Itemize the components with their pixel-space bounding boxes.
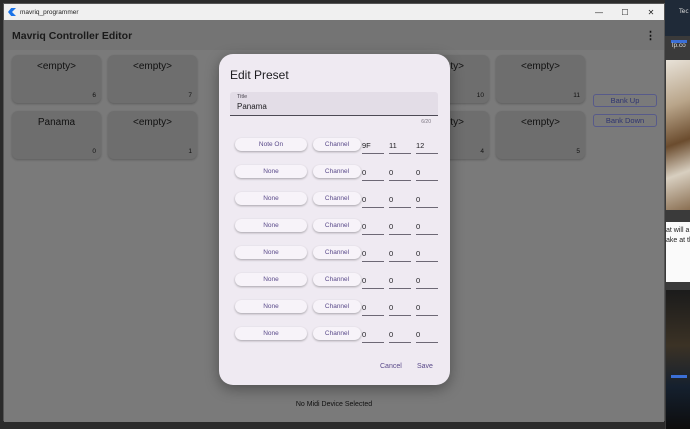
window-titlebar[interactable]: mavriq_programmer — ☐ ✕ [4, 4, 664, 20]
byte3-field[interactable]: 0 [416, 244, 438, 262]
preset-label: Panama [37, 117, 76, 128]
desktop-accent-bar-2 [671, 375, 687, 378]
preset-label: <empty> [133, 61, 172, 72]
app-title: Mavriq Controller Editor [12, 30, 133, 42]
preset-slot-6[interactable]: <empty> 6 [12, 55, 101, 103]
preset-slot-0[interactable]: Panama 0 [12, 111, 101, 159]
midi-message-row: None Channel 0 0 0 [219, 190, 450, 210]
midi-message-row: None Channel 0 0 0 [219, 163, 450, 183]
desktop-text-line: at will a [666, 227, 690, 234]
bank-up-button[interactable]: Bank Up [593, 94, 657, 107]
desktop-photo-bottom [666, 290, 690, 429]
byte3-field[interactable]: 0 [416, 271, 438, 289]
bank-down-button[interactable]: Bank Down [593, 114, 657, 127]
message-type-button[interactable]: None [235, 165, 307, 178]
desktop-photo-top [666, 60, 690, 210]
channel-button[interactable]: Channel [313, 327, 361, 340]
preset-number: 11 [573, 92, 580, 99]
preset-number: 4 [480, 148, 484, 155]
byte1-field[interactable]: 0 [362, 217, 384, 235]
message-type-button[interactable]: None [235, 246, 307, 259]
title-input-label: Title [237, 94, 248, 100]
message-type-button[interactable]: None [235, 219, 307, 232]
browser-tab-label[interactable]: Tec [679, 8, 689, 15]
close-icon[interactable]: ✕ [638, 4, 664, 20]
preset-number: 7 [188, 92, 192, 99]
cancel-button[interactable]: Cancel [380, 363, 402, 370]
byte3-field[interactable]: 0 [416, 190, 438, 208]
preset-number: 5 [576, 148, 580, 155]
byte2-field[interactable]: 11 [389, 136, 411, 154]
flutter-app-icon [8, 8, 16, 16]
midi-message-row: None Channel 0 0 0 [219, 217, 450, 237]
channel-button[interactable]: Channel [313, 192, 361, 205]
byte1-field[interactable]: 0 [362, 325, 384, 343]
preset-slot-5[interactable]: <empty> 5 [496, 111, 585, 159]
message-type-button[interactable]: None [235, 273, 307, 286]
message-type-button[interactable]: None [235, 192, 307, 205]
midi-message-row: None Channel 0 0 0 [219, 271, 450, 291]
byte1-field[interactable]: 9F [362, 136, 384, 154]
title-input[interactable]: Title Panama [230, 92, 438, 116]
byte1-field[interactable]: 0 [362, 271, 384, 289]
midi-message-row: None Channel 0 0 0 [219, 325, 450, 345]
midi-message-row: Note On Channel 9F 11 12 [219, 136, 450, 156]
minimize-icon[interactable]: — [586, 4, 612, 20]
message-type-button[interactable]: None [235, 300, 307, 313]
byte2-field[interactable]: 0 [389, 325, 411, 343]
channel-button[interactable]: Channel [313, 219, 361, 232]
byte1-field[interactable]: 0 [362, 244, 384, 262]
midi-status-text: No Midi Device Selected [295, 401, 373, 408]
maximize-icon[interactable]: ☐ [612, 4, 638, 20]
preset-slot-1[interactable]: <empty> 1 [108, 111, 197, 159]
save-button[interactable]: Save [417, 363, 433, 370]
byte3-field[interactable]: 12 [416, 136, 438, 154]
preset-slot-11[interactable]: <empty> 11 [496, 55, 585, 103]
app-bar: Mavriq Controller Editor ⋮ [4, 20, 664, 50]
midi-message-row: None Channel 0 0 0 [219, 298, 450, 318]
message-type-button[interactable]: Note On [235, 138, 307, 151]
preset-label: <empty> [133, 117, 172, 128]
preset-label: <empty> [521, 117, 560, 128]
channel-button[interactable]: Channel [313, 246, 361, 259]
preset-number: 1 [188, 148, 192, 155]
channel-button[interactable]: Channel [313, 165, 361, 178]
more-options-icon[interactable]: ⋮ [645, 29, 656, 42]
byte3-field[interactable]: 0 [416, 298, 438, 316]
title-input-value[interactable]: Panama [237, 102, 267, 111]
character-counter: 6/20 [421, 119, 431, 125]
byte3-field[interactable]: 0 [416, 217, 438, 235]
byte1-field[interactable]: 0 [362, 163, 384, 181]
byte1-field[interactable]: 0 [362, 190, 384, 208]
edit-preset-dialog: Edit Preset Title Panama 6/20 Note On Ch… [219, 54, 450, 385]
dialog-title: Edit Preset [230, 68, 289, 82]
preset-label: <empty> [521, 61, 560, 72]
desktop-text-line: ake at th [666, 237, 690, 244]
desktop-browser-tabbar: Tec [665, 0, 690, 36]
byte2-field[interactable]: 0 [389, 163, 411, 181]
channel-button[interactable]: Channel [313, 273, 361, 286]
byte1-field[interactable]: 0 [362, 298, 384, 316]
preset-number: 6 [92, 92, 96, 99]
byte3-field[interactable]: 0 [416, 325, 438, 343]
midi-message-row: None Channel 0 0 0 [219, 244, 450, 264]
byte3-field[interactable]: 0 [416, 163, 438, 181]
desktop-link-label[interactable]: lp.co [672, 42, 686, 49]
message-type-button[interactable]: None [235, 327, 307, 340]
byte2-field[interactable]: 0 [389, 190, 411, 208]
window-controls: — ☐ ✕ [586, 4, 664, 20]
byte2-field[interactable]: 0 [389, 298, 411, 316]
byte2-field[interactable]: 0 [389, 217, 411, 235]
window-title: mavriq_programmer [20, 8, 79, 16]
preset-number: 10 [476, 92, 484, 99]
byte2-field[interactable]: 0 [389, 244, 411, 262]
preset-number: 0 [92, 148, 96, 155]
desktop-text-snippet: at will a ake at th [666, 222, 690, 282]
preset-slot-7[interactable]: <empty> 7 [108, 55, 197, 103]
channel-button[interactable]: Channel [313, 300, 361, 313]
channel-button[interactable]: Channel [313, 138, 361, 151]
preset-label: <empty> [37, 61, 76, 72]
byte2-field[interactable]: 0 [389, 271, 411, 289]
